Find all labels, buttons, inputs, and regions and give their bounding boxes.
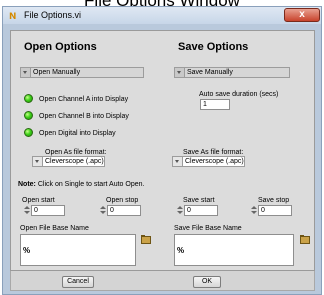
open-options-heading: Open Options	[24, 41, 97, 53]
led-open-channel-a[interactable]	[24, 94, 33, 103]
open-start-input[interactable]: 0	[31, 205, 65, 216]
save-mode-value: Save Manually	[187, 69, 233, 76]
save-duration-label: Auto save duration (secs)	[199, 91, 279, 98]
save-start-label: Save start	[183, 197, 215, 204]
open-stop-label: Open stop	[106, 197, 139, 204]
note-body: Click on Single to start Auto Open.	[35, 181, 145, 188]
button-bar	[10, 271, 315, 291]
note-bold: Note:	[18, 181, 36, 188]
open-mode-value: Open Manually	[33, 69, 81, 76]
folder-icon[interactable]	[299, 235, 311, 245]
save-stop-label: Save stop	[258, 197, 290, 204]
open-start-spinner[interactable]	[24, 205, 30, 216]
open-base-name-path[interactable]: %	[20, 234, 136, 266]
led-open-channel-b-label: Open Channel B into Display	[39, 113, 129, 120]
led-open-digital[interactable]	[24, 128, 33, 137]
save-start-spinner[interactable]	[177, 205, 183, 216]
title-bar: ɴ File Options.vi x	[2, 6, 322, 24]
note-text: Note: Click on Single to start Auto Open…	[18, 180, 144, 189]
save-format-value: Cleverscope (.apc)	[185, 158, 244, 165]
save-options-heading: Save Options	[178, 41, 249, 53]
led-open-channel-a-label: Open Channel A into Display	[39, 96, 129, 103]
open-format-value: Cleverscope (.apc)	[45, 158, 104, 165]
open-path-prefix: %	[23, 246, 31, 255]
save-base-name-label: Save File Base Name	[174, 225, 242, 232]
save-duration-input[interactable]: 1	[200, 99, 230, 110]
open-stop-spinner[interactable]	[100, 205, 106, 216]
save-base-name-path[interactable]: %	[174, 234, 294, 266]
save-start-input[interactable]: 0	[184, 205, 218, 216]
open-stop-input[interactable]: 0	[107, 205, 141, 216]
ok-button[interactable]: OK	[193, 276, 221, 288]
open-base-name-label: Open File Base Name	[20, 225, 89, 232]
folder-icon[interactable]	[140, 235, 152, 245]
save-stop-spinner[interactable]	[251, 205, 257, 216]
close-button[interactable]: x	[284, 8, 320, 22]
save-stop-input[interactable]: 0	[258, 205, 292, 216]
chevron-down-icon	[21, 68, 31, 77]
spin-arrows-icon	[33, 157, 43, 166]
save-format-ring[interactable]: Cleverscope (.apc)	[172, 156, 245, 167]
open-format-ring[interactable]: Cleverscope (.apc)	[32, 156, 105, 167]
spin-arrows-icon	[173, 157, 183, 166]
open-mode-ring[interactable]: Open Manually	[20, 67, 144, 78]
labview-app-icon: ɴ	[9, 8, 17, 22]
save-mode-ring[interactable]: Save Manually	[174, 67, 290, 78]
led-open-channel-b[interactable]	[24, 111, 33, 120]
save-path-prefix: %	[177, 246, 185, 255]
open-start-label: Open start	[22, 197, 55, 204]
led-open-digital-label: Open Digital into Display	[39, 130, 116, 137]
cancel-button[interactable]: Cancel	[62, 276, 94, 288]
chevron-down-icon	[175, 68, 185, 77]
window-title: File Options.vi	[24, 10, 82, 20]
